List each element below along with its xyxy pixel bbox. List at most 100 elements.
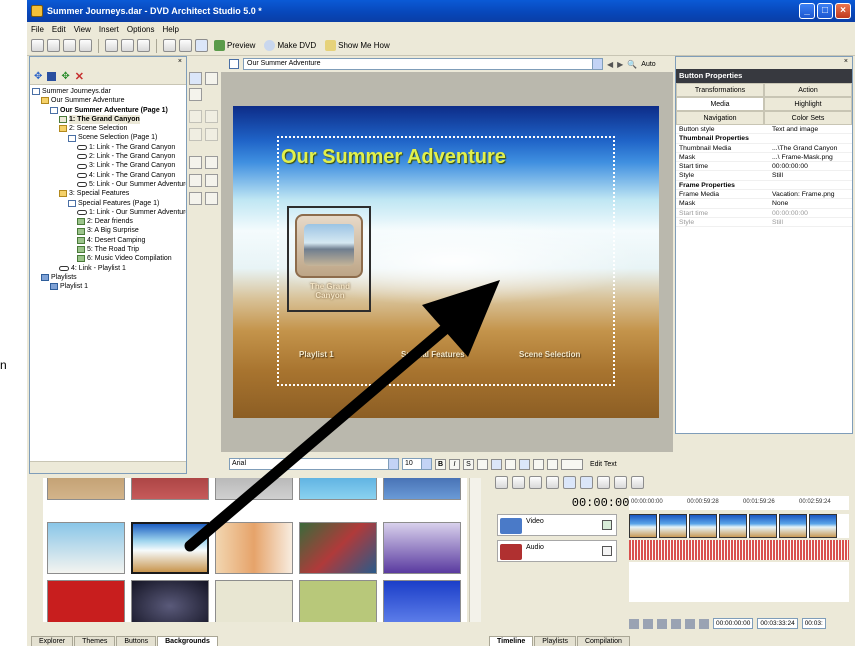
cut-icon[interactable] (105, 39, 118, 52)
tree-item[interactable]: 3: Special Features (32, 189, 186, 198)
tree-item[interactable]: Our Summer Adventure (32, 96, 186, 105)
tree-item[interactable]: 6: Music Video Compilation (32, 254, 186, 263)
align-top-icon[interactable] (189, 128, 202, 141)
center-v-icon[interactable] (205, 156, 218, 169)
panel-close-icon[interactable]: × (178, 58, 182, 65)
tab-buttons[interactable]: Buttons (116, 636, 157, 646)
lock-icon[interactable] (512, 476, 525, 489)
font-size-select[interactable]: 10 (402, 458, 432, 470)
tree-item[interactable]: 2: Scene Selection (32, 124, 186, 133)
grid-tool-icon[interactable] (205, 72, 218, 85)
background-thumb[interactable] (299, 580, 377, 622)
property-row[interactable]: Mask None (676, 199, 852, 209)
tree-item[interactable]: 1: The Grand Canyon (32, 114, 186, 125)
horizontal-scrollbar[interactable] (30, 461, 186, 473)
tab-compilation[interactable]: Compilation (576, 636, 630, 646)
shadow-button[interactable]: S (463, 458, 474, 470)
tree-item[interactable]: Special Features (Page 1) (32, 199, 186, 208)
align-center-text-icon[interactable] (491, 458, 502, 470)
audio-waveform[interactable] (629, 540, 849, 560)
property-row[interactable]: Mask ...\ Frame-Mask.png (676, 153, 852, 163)
special-features-link[interactable]: Special Features (401, 350, 465, 359)
copy-icon[interactable] (121, 39, 134, 52)
menu-edit[interactable]: Edit (52, 25, 66, 34)
menu-options[interactable]: Options (127, 25, 155, 34)
italic-button[interactable]: I (449, 458, 460, 470)
tab-backgrounds[interactable]: Backgrounds (157, 636, 218, 646)
show-me-how-button[interactable]: Show Me How (322, 40, 393, 51)
align-right-icon[interactable] (205, 110, 218, 123)
audio-track-button[interactable] (602, 546, 612, 556)
properties-icon[interactable] (495, 476, 508, 489)
menu-insert[interactable]: Insert (99, 25, 119, 34)
preview-button[interactable]: Preview (211, 40, 258, 51)
tree-item[interactable]: 2: Dear friends (32, 217, 186, 226)
menu-file[interactable]: File (31, 25, 44, 34)
tab-navigation[interactable]: Navigation (676, 111, 764, 125)
add-icon[interactable]: ✥ (34, 71, 42, 82)
justify-icon[interactable] (519, 458, 530, 470)
video-track-button[interactable] (602, 520, 612, 530)
pause-icon[interactable] (657, 618, 667, 629)
snap-icon[interactable] (546, 476, 559, 489)
align-bottom-icon[interactable] (205, 128, 218, 141)
background-thumb[interactable] (47, 522, 125, 574)
tree-item[interactable]: Scene Selection (Page 1) (32, 133, 186, 142)
close-button[interactable]: × (835, 3, 851, 19)
insert-icon[interactable]: ✥ (61, 71, 69, 82)
property-row[interactable]: Start time 00:00:00:00 (676, 209, 852, 218)
minimize-button[interactable]: _ (799, 3, 815, 19)
menu-view[interactable]: View (74, 25, 91, 34)
video-track-header[interactable]: Video (497, 514, 617, 536)
property-row[interactable]: Start time 00:00:00:00 (676, 162, 852, 172)
chevron-down-icon[interactable] (388, 459, 398, 469)
background-thumb[interactable] (215, 522, 293, 574)
tree-item[interactable]: 4: Desert Camping (32, 236, 186, 245)
background-thumb[interactable] (383, 522, 461, 574)
zoom-value[interactable]: Auto (641, 61, 655, 68)
new-icon[interactable] (31, 39, 44, 52)
menu-help[interactable]: Help (162, 25, 178, 34)
property-row[interactable]: Style Still (676, 218, 852, 228)
menu-page-select[interactable]: Our Summer Adventure (243, 58, 603, 70)
chevron-down-icon[interactable] (421, 459, 431, 469)
tree-item[interactable]: 1: Link - Our Summer Adventure (32, 208, 186, 217)
property-row[interactable]: Style Still (676, 171, 852, 181)
delete-icon[interactable] (529, 476, 542, 489)
text-color-icon[interactable] (561, 458, 583, 470)
background-thumb[interactable] (215, 478, 293, 500)
paste-icon[interactable] (137, 39, 150, 52)
pan-tool-icon[interactable] (189, 88, 202, 101)
go-to-start-icon[interactable] (685, 618, 695, 629)
tree-item[interactable]: 1: Link - The Grand Canyon (32, 143, 186, 152)
redo-icon[interactable] (179, 39, 192, 52)
undo-icon[interactable] (163, 39, 176, 52)
ltr-icon[interactable] (533, 458, 544, 470)
rtl-icon[interactable] (547, 458, 558, 470)
tree-item[interactable]: 2: Link - The Grand Canyon (32, 152, 186, 161)
normal-edit-icon[interactable] (563, 476, 576, 489)
align-left-icon[interactable] (189, 110, 202, 123)
back-icon[interactable]: ◀ (607, 60, 613, 69)
property-category[interactable]: Frame Properties (676, 181, 852, 191)
forward-icon[interactable]: ▶ (617, 60, 623, 69)
align-right-text-icon[interactable] (505, 458, 516, 470)
tree-item[interactable]: Summer Journeys.dar (32, 87, 186, 96)
menu-preview[interactable]: Our Summer Adventure The Grand Canyon Pl… (233, 106, 659, 418)
background-thumb[interactable] (383, 478, 461, 500)
tree-item[interactable]: 3: A Big Surprise (32, 226, 186, 235)
tab-playlists[interactable]: Playlists (534, 636, 576, 646)
stop-icon[interactable] (671, 618, 681, 629)
align-left-text-icon[interactable] (477, 458, 488, 470)
tab-explorer[interactable]: Explorer (31, 636, 74, 646)
tree-item[interactable]: 4: Link - Playlist 1 (32, 264, 186, 273)
time-ruler[interactable]: 00:00:00:00 00:00:59:28 00:01:59:26 00:0… (629, 496, 849, 510)
property-category[interactable]: Thumbnail Properties (676, 134, 852, 144)
distribute-v-icon[interactable] (205, 174, 218, 187)
tree-item[interactable]: 3: Link - The Grand Canyon (32, 161, 186, 170)
envelope-edit-icon[interactable] (580, 476, 593, 489)
tree-item[interactable]: 5: The Road Trip (32, 245, 186, 254)
grand-canyon-button-thumbnail[interactable] (295, 214, 363, 278)
grand-canyon-button-label[interactable]: The Grand Canyon (293, 282, 367, 300)
split-icon[interactable] (597, 476, 610, 489)
